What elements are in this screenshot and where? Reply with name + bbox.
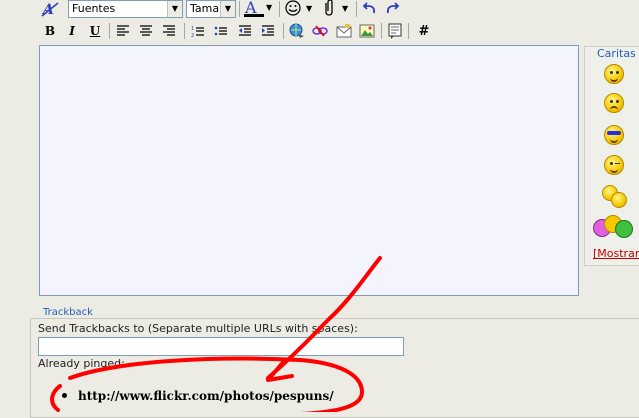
- group-smilies-icon[interactable]: [593, 215, 635, 239]
- toolbar-divider: [184, 23, 185, 39]
- toolbar-divider: [109, 23, 110, 39]
- redo-icon[interactable]: [382, 0, 402, 18]
- undo-icon[interactable]: [360, 0, 380, 18]
- smile-icon[interactable]: [604, 64, 624, 84]
- cool-sunglasses-icon[interactable]: [604, 125, 624, 145]
- trackback-legend: Trackback: [40, 307, 96, 318]
- unlink-icon[interactable]: [310, 22, 330, 40]
- unordered-list-icon[interactable]: [211, 22, 231, 40]
- toolbar-divider: [283, 23, 284, 39]
- toolbar-divider: [381, 23, 382, 39]
- smilies-panel: Caritas [Mostrar: [584, 46, 639, 266]
- pinged-url[interactable]: http://www.flickr.com/photos/pespuns/: [78, 389, 334, 403]
- chevron-down-icon: ▼: [167, 1, 182, 17]
- chevron-down-icon: ▼: [220, 1, 235, 17]
- hug-icon[interactable]: [602, 185, 627, 208]
- align-center-icon[interactable]: [136, 22, 156, 40]
- svg-text:2: 2: [191, 33, 194, 38]
- toolbar-divider: [356, 1, 357, 17]
- quote-icon[interactable]: [385, 22, 405, 40]
- underline-button[interactable]: U: [85, 22, 105, 40]
- send-trackbacks-label: Send Trackbacks to (Separate multiple UR…: [38, 322, 358, 335]
- toolbar-divider: [279, 1, 280, 17]
- bold-button[interactable]: B: [40, 22, 60, 40]
- attach-button[interactable]: ▼: [322, 0, 352, 17]
- font-size-select[interactable]: Tamai ▼: [186, 0, 236, 18]
- toolbar-divider: [408, 23, 409, 39]
- link-globe-icon[interactable]: [287, 22, 307, 40]
- text-color-button[interactable]: A ▼: [243, 0, 272, 18]
- align-right-icon[interactable]: [159, 22, 179, 40]
- trackback-urls-input[interactable]: [38, 337, 404, 356]
- sad-icon[interactable]: [604, 93, 624, 113]
- ordered-list-icon[interactable]: 12: [188, 22, 208, 40]
- show-more-smilies-link[interactable]: [Mostrar: [593, 247, 639, 260]
- outdent-icon[interactable]: [235, 22, 255, 40]
- wink-icon[interactable]: [604, 155, 624, 175]
- smiley-icon: [285, 0, 301, 16]
- align-left-icon[interactable]: [113, 22, 133, 40]
- indent-icon[interactable]: [258, 22, 278, 40]
- image-icon[interactable]: [357, 22, 377, 40]
- toolbar-divider: [239, 1, 240, 17]
- hash-button[interactable]: #: [414, 22, 434, 40]
- italic-button[interactable]: I: [62, 22, 82, 40]
- paperclip-icon: [325, 0, 333, 16]
- font-style-icon[interactable]: A: [40, 0, 60, 18]
- smiley-insert-button[interactable]: ▼: [284, 0, 318, 17]
- email-icon[interactable]: [334, 22, 354, 40]
- list-bullet: [62, 393, 67, 398]
- message-editor[interactable]: [39, 45, 579, 296]
- svg-text:1: 1: [191, 26, 194, 32]
- font-family-select[interactable]: Fuentes ▼: [68, 0, 183, 18]
- already-pinged-label: Already pinged:: [38, 357, 125, 370]
- smilies-title: Caritas: [597, 47, 636, 60]
